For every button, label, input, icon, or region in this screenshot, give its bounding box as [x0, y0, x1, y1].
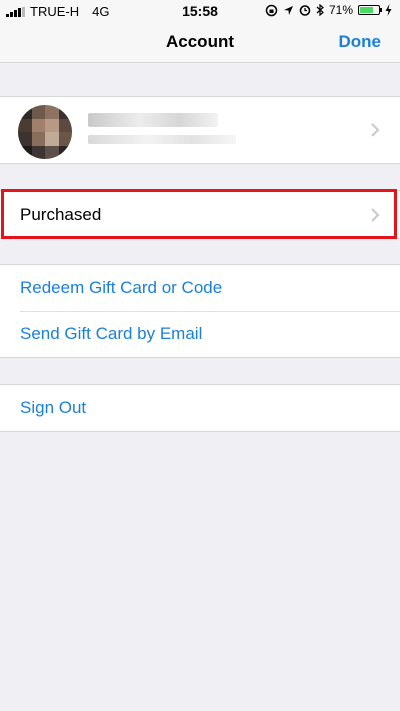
navigation-bar: Account Done [0, 22, 400, 63]
bluetooth-icon [316, 4, 324, 16]
chevron-right-icon [371, 123, 380, 137]
sign-out-label: Sign Out [20, 398, 87, 417]
done-button[interactable]: Done [339, 32, 382, 52]
charging-icon [385, 4, 392, 16]
purchased-label: Purchased [20, 204, 102, 224]
profile-name-redacted [88, 113, 218, 127]
profile-row[interactable] [0, 97, 400, 163]
sign-out-row[interactable]: Sign Out [0, 385, 400, 431]
redeem-gift-card-label: Redeem Gift Card or Code [20, 278, 223, 297]
status-right: 71% [265, 3, 392, 17]
battery-percent: 71% [328, 3, 353, 17]
lock-rotation-icon [265, 4, 278, 16]
sign-out-section: Sign Out [0, 384, 400, 432]
battery-icon [358, 5, 382, 15]
redeem-gift-card-row[interactable]: Redeem Gift Card or Code [0, 265, 400, 311]
location-arrow-icon [283, 5, 293, 15]
avatar [18, 105, 72, 159]
chevron-right-icon [371, 207, 380, 222]
profile-section [0, 96, 400, 164]
status-bar: TRUE-H 4G 15:58 71% [0, 0, 400, 22]
send-gift-card-label: Send Gift Card by Email [20, 324, 203, 343]
gift-card-section: Redeem Gift Card or Code Send Gift Card … [0, 264, 400, 358]
alarm-icon [299, 5, 311, 16]
battery-fill [360, 7, 373, 13]
send-gift-card-row[interactable]: Send Gift Card by Email [0, 311, 400, 357]
profile-email-redacted [88, 135, 236, 144]
purchased-row[interactable]: Purchased [0, 191, 400, 238]
purchased-section: Purchased [0, 190, 400, 239]
